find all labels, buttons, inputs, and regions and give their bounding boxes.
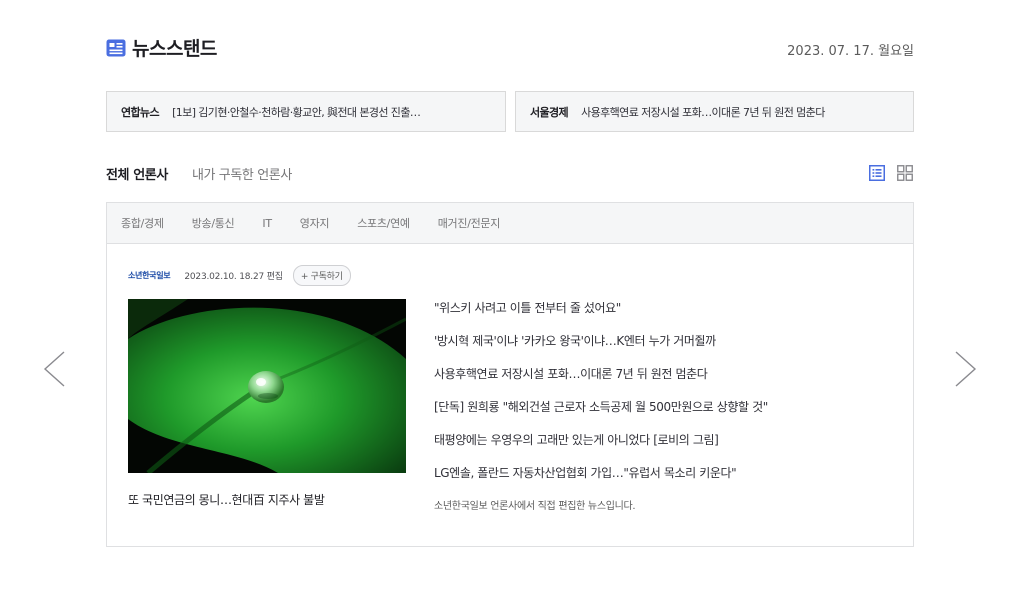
- news-list: "위스키 사려고 이틀 전부터 줄 섰어요" '방시혁 제국'이냐 '카카오 왕…: [434, 300, 768, 498]
- newsstand-logo[interactable]: 뉴스스탠드: [106, 34, 217, 61]
- leaf-water-drop-photo: [128, 299, 406, 473]
- main-news-caption[interactable]: 또 국민연금의 몽니…현대百 지주사 불발: [128, 491, 325, 508]
- header: 뉴스스탠드 2023. 07. 17. 월요일: [106, 34, 914, 62]
- prev-page-button[interactable]: [42, 350, 66, 388]
- news-item[interactable]: 태평양에는 우영우의 고래만 있는게 아니었다 [로비의 그림]: [434, 432, 768, 465]
- edit-time: 2023.02.10. 18.27 편집: [184, 272, 283, 282]
- category-tab[interactable]: 매거진/전문지: [438, 215, 501, 231]
- chevron-left-icon: [43, 351, 65, 387]
- press-panel: 종합/경제 방송/통신 IT 영자지 스포츠/연예 매거진/전문지 소년한국일보…: [106, 202, 914, 547]
- rolling-news-right[interactable]: 서울경제 사용후핵연료 저장시설 포화…이대론 7년 뒤 원전 멈춘다: [515, 91, 914, 132]
- page-title: 뉴스스탠드: [132, 38, 217, 60]
- chevron-right-icon: [955, 351, 977, 387]
- rolling-press-name[interactable]: 서울경제: [530, 104, 569, 120]
- press-tabs: 전체 언론사 내가 구독한 언론사: [106, 164, 292, 183]
- current-date: 2023. 07. 17. 월요일: [787, 44, 914, 59]
- news-item[interactable]: LG엔솔, 폴란드 자동차산업협회 가입…"유럽서 목소리 키운다": [434, 465, 768, 498]
- rolling-headline[interactable]: [1보] 김기현·안철수·천하람·황교안, 與전대 본경선 진출…: [172, 104, 421, 120]
- grid-view-icon: [897, 165, 913, 181]
- category-tab[interactable]: 영자지: [300, 215, 330, 231]
- rolling-headline[interactable]: 사용후핵연료 저장시설 포화…이대론 7년 뒤 원전 멈춘다: [581, 104, 825, 120]
- news-item[interactable]: 사용후핵연료 저장시설 포화…이대론 7년 뒤 원전 멈춘다: [434, 366, 768, 399]
- main-news-image[interactable]: [128, 299, 406, 473]
- list-view-button[interactable]: [868, 164, 886, 182]
- tab-all-press[interactable]: 전체 언론사: [106, 164, 168, 183]
- category-tab[interactable]: 스포츠/연예: [357, 215, 410, 231]
- list-view-icon: [869, 165, 885, 181]
- press-logo[interactable]: 소년한국일보: [128, 270, 171, 281]
- newspaper-icon: [106, 39, 126, 56]
- category-tab[interactable]: IT: [262, 217, 272, 230]
- rolling-press-name[interactable]: 연합뉴스: [121, 104, 160, 120]
- news-item[interactable]: '방시혁 제국'이냐 '카카오 왕국'이냐…K엔터 누가 거머쥘까: [434, 333, 768, 366]
- category-bar: 종합/경제 방송/통신 IT 영자지 스포츠/연예 매거진/전문지: [107, 203, 913, 244]
- news-item[interactable]: "위스키 사려고 이틀 전부터 줄 섰어요": [434, 300, 768, 333]
- category-tab[interactable]: 방송/통신: [192, 215, 235, 231]
- view-toggle: [868, 164, 914, 182]
- grid-view-button[interactable]: [896, 164, 914, 182]
- next-page-button[interactable]: [954, 350, 978, 388]
- category-tab[interactable]: 종합/경제: [121, 215, 164, 231]
- press-edit-notice: 소년한국일보 언론사에서 직접 편집한 뉴스입니다.: [434, 501, 636, 512]
- rolling-news-left[interactable]: 연합뉴스 [1보] 김기현·안철수·천하람·황교안, 與전대 본경선 진출…: [106, 91, 506, 132]
- tab-subscribed-press[interactable]: 내가 구독한 언론사: [192, 164, 292, 183]
- news-item[interactable]: [단독] 원희룡 "해외건설 근로자 소득공제 월 500만원으로 상향할 것": [434, 399, 768, 432]
- press-info: 소년한국일보 2023.02.10. 18.27 편집 + 구독하기: [128, 265, 351, 286]
- subscribe-button[interactable]: + 구독하기: [292, 265, 351, 286]
